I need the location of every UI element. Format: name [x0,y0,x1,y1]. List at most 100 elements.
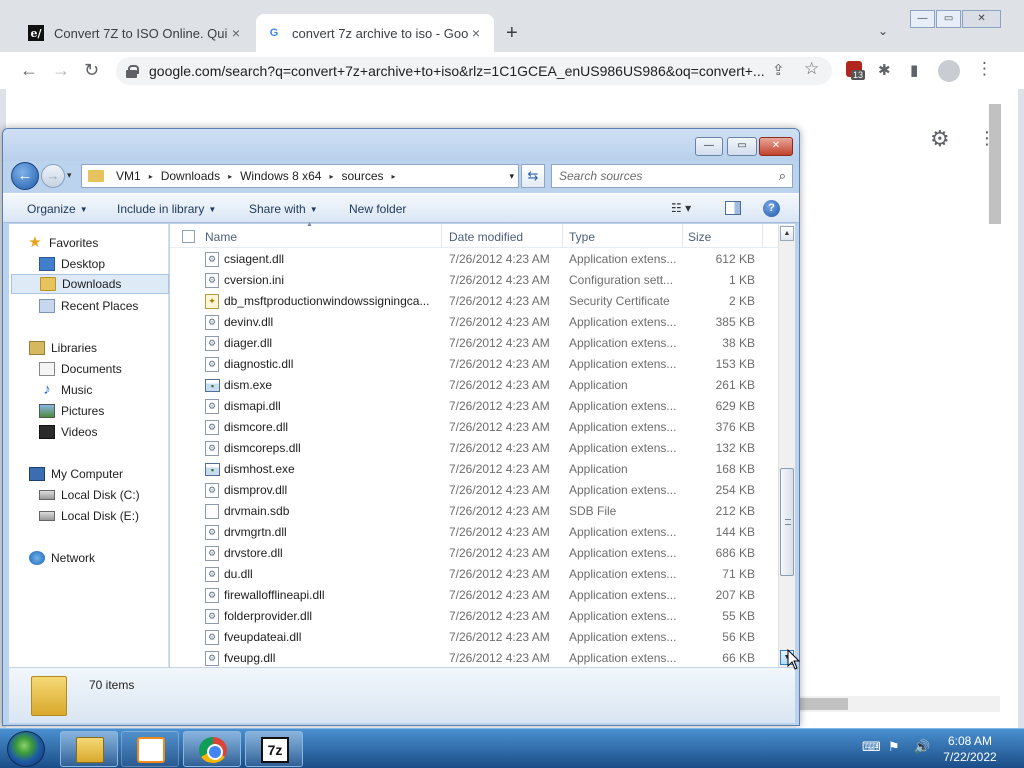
taskbar-media-player-button[interactable] [121,731,179,767]
taskbar-explorer-button[interactable] [60,731,118,767]
scroll-thumb[interactable] [780,468,794,576]
file-row[interactable]: ⚙ dismapi.dll 7/26/2012 4:23 AM Application… [170,396,778,417]
back-arrow-icon[interactable]: ← [20,60,38,81]
breadcrumb[interactable]: VM1 ▸ Downloads ▸ Windows 8 x64 ▸ source… [81,164,519,188]
breadcrumb-vm1[interactable]: VM1 [110,169,147,183]
file-row[interactable]: ⚙ diagnostic.dll 7/26/2012 4:23 AM Applicat… [170,354,778,375]
file-row[interactable]: ⚙ devinv.dll 7/26/2012 4:23 AM Application … [170,312,778,333]
file-row[interactable]: ⚙ diager.dll 7/26/2012 4:23 AM Application … [170,333,778,354]
minimize-button[interactable]: — [910,10,936,28]
nav-my-computer[interactable]: My Computer [29,464,187,484]
nav-network[interactable]: Network [29,548,187,568]
file-row[interactable]: ▪ dismhost.exe 7/26/2012 4:23 AM Applicatio… [170,459,778,480]
maximize-button[interactable]: ▭ [727,137,757,156]
breadcrumb-downloads[interactable]: Downloads [155,169,226,183]
start-button[interactable] [7,731,45,767]
file-row[interactable]: ⚙ dismcore.dll 7/26/2012 4:23 AM Applicatio… [170,417,778,438]
search-input[interactable]: Search sources ⌕ [551,164,793,188]
column-date-modified[interactable]: Date modified [449,230,523,244]
file-type: Application extens... [569,441,677,455]
back-button[interactable]: ← [11,162,39,190]
share-with-button[interactable]: Share with ▼ [249,202,318,216]
taskbar-clock[interactable]: 6:08 AM 7/22/2022 [930,733,1010,765]
breadcrumb-separator-icon[interactable]: ▸ [226,172,234,181]
select-all-checkbox[interactable] [182,230,195,243]
file-list-scrollbar[interactable]: ▲ ▼ [778,225,795,667]
file-row[interactable]: ⚙ drvstore.dll 7/26/2012 4:23 AM Applicatio… [170,543,778,564]
extensions-puzzle-icon[interactable]: ✱ [878,61,891,79]
nav-favorites[interactable]: ★ Favorites [27,233,185,253]
breadcrumb-sources[interactable]: sources [335,169,389,183]
nav-libraries[interactable]: Libraries [29,338,187,358]
help-icon[interactable]: ? [763,200,780,217]
scroll-thumb[interactable] [989,104,1001,224]
new-folder-button[interactable]: New folder [349,202,406,216]
breadcrumb-separator-icon[interactable]: ▸ [147,172,155,181]
bookmark-star-icon[interactable]: ☆ [804,59,819,79]
scroll-up-button[interactable]: ▲ [780,226,794,241]
tab-convert-7z-to-iso[interactable]: e/ Convert 7Z to ISO Online. Quick × [18,14,254,52]
search-icon[interactable]: ⌕ [779,165,786,187]
column-divider[interactable] [441,224,442,248]
extension-icon[interactable]: 13 [846,61,866,80]
column-divider[interactable] [762,224,763,248]
column-type[interactable]: Type [569,230,595,244]
tab-close-icon[interactable]: × [228,25,244,41]
page-horizontal-scrollbar[interactable] [800,696,1000,712]
preview-pane-icon[interactable] [725,201,741,215]
close-button[interactable]: ✕ [962,10,1002,28]
column-name[interactable]: Name [205,230,237,244]
minimize-button[interactable]: — [695,137,723,156]
tab-search-icon[interactable]: ⌄ [878,24,888,38]
include-in-library-button[interactable]: Include in library ▼ [117,202,216,216]
lock-icon[interactable] [126,64,139,78]
volume-icon[interactable]: 🔊 [914,739,930,755]
file-row[interactable]: ⚙ du.dll 7/26/2012 4:23 AM Application exte… [170,564,778,585]
file-row[interactable]: ⚙ csiagent.dll 7/26/2012 4:23 AM Applicatio… [170,249,778,270]
explorer-titlebar[interactable]: — ▭ ✕ [3,129,799,161]
column-divider[interactable] [562,224,563,248]
close-button[interactable]: ✕ [759,137,793,156]
file-row[interactable]: ⚙ dismprov.dll 7/26/2012 4:23 AM Applicatio… [170,480,778,501]
file-row[interactable]: ⚙ drvmgrtn.dll 7/26/2012 4:23 AM Applicatio… [170,522,778,543]
file-row[interactable]: ⚙ dismcoreps.dll 7/26/2012 4:23 AM Applicat… [170,438,778,459]
refresh-button[interactable]: ⇆ [521,164,545,188]
scroll-thumb[interactable] [800,698,848,710]
file-row[interactable]: ⚙ fveupdateai.dll 7/26/2012 4:23 AM Applica… [170,627,778,648]
change-view-icon[interactable]: ☷ ▾ [671,201,691,215]
file-row[interactable]: ▪ dism.exe 7/26/2012 4:23 AM Application 261… [170,375,778,396]
file-row[interactable]: ✦ db_msftproductionwindowssigningca... 7/2… [170,291,778,312]
address-bar[interactable]: google.com/search?q=convert+7z+archive+t… [116,57,832,85]
maximize-button[interactable]: ▭ [936,10,962,28]
chrome-menu-icon[interactable]: ⋮ [976,59,993,79]
organize-button[interactable]: Organize ▼ [27,202,88,216]
breadcrumb-windows8[interactable]: Windows 8 x64 [234,169,327,183]
column-divider[interactable] [682,224,683,248]
file-row[interactable]: ⚙ fveupg.dll 7/26/2012 4:23 AM Application … [170,648,778,669]
recent-pages-dropdown-icon[interactable]: ▾ [67,170,72,181]
tab-google-search[interactable]: G convert 7z archive to iso - Googl × [256,14,494,52]
taskbar-chrome-button[interactable] [183,731,241,767]
side-panel-icon[interactable]: ▮ [910,61,918,79]
breadcrumb-separator-icon[interactable]: ▸ [327,172,335,181]
share-icon[interactable]: ⇪ [772,61,785,79]
profile-avatar[interactable] [938,60,960,82]
file-row[interactable]: ⚙ folderprovider.dll 7/26/2012 4:23 AM Appl… [170,606,778,627]
breadcrumb-separator-icon[interactable]: ▸ [390,172,398,181]
file-row[interactable]: ⚙ firewallofflineapi.dll 7/26/2012 4:23 AM… [170,585,778,606]
forward-button[interactable]: → [41,164,65,188]
file-row[interactable]: ⚙ cversion.ini 7/26/2012 4:23 AM Configurat… [170,270,778,291]
keyboard-icon[interactable]: ⌨ [862,739,881,755]
file-row[interactable]: drvmain.sdb 7/26/2012 4:23 AM SDB File 212 … [170,501,778,522]
column-size[interactable]: Size [688,230,711,244]
address-dropdown-icon[interactable]: ▾ [509,171,514,182]
nav-downloads[interactable]: Downloads [11,274,169,294]
tab-close-icon[interactable]: × [468,25,484,41]
action-center-flag-icon[interactable]: ⚑ [888,739,904,755]
taskbar-7zip-button[interactable]: 7z [245,731,303,767]
forward-arrow-icon[interactable]: → [52,60,70,81]
new-tab-icon[interactable]: + [506,22,518,45]
settings-gear-icon[interactable]: ⚙ [930,126,950,152]
page-vertical-scrollbar[interactable] [987,92,1003,692]
reload-icon[interactable]: ↻ [84,60,99,81]
